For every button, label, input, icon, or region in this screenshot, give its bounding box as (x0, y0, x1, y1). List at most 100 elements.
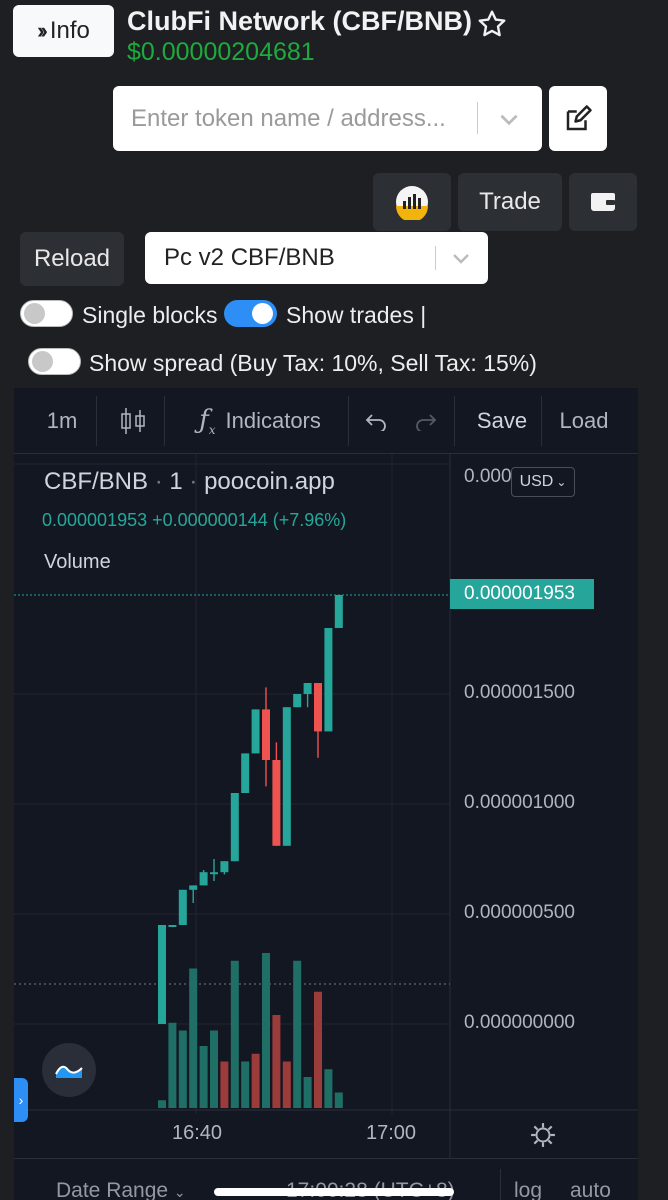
save-button[interactable]: Save (464, 388, 540, 454)
indicators-label: Indicators (225, 408, 321, 433)
show-trades-label: Show trades | (286, 302, 427, 328)
candle-body (251, 709, 260, 754)
pair-select-divider (435, 246, 436, 270)
edit-icon (566, 104, 592, 130)
pair-select[interactable]: Pc v2 CBF/BNB (145, 232, 488, 284)
candle-body (324, 628, 333, 732)
volume-bar (314, 991, 322, 1108)
date-range-label: Date Range (56, 1179, 169, 1200)
x-tick-label: 17:00 (366, 1122, 417, 1144)
tradingview-logo[interactable] (42, 1043, 96, 1097)
interval-button[interactable]: 1m (32, 388, 92, 454)
date-range-button[interactable]: Date Range ⌄ (56, 1179, 186, 1200)
tradingview-chart[interactable]: 1m ƒx Indicators Save Load CBF/BNB · 1 ·… (14, 388, 638, 1200)
chevron-down-icon[interactable] (449, 246, 473, 270)
info-button[interactable]: ›› Info (13, 5, 114, 57)
single-blocks-toggle[interactable] (20, 300, 73, 327)
candle-body (282, 707, 291, 846)
candle-body (189, 885, 198, 890)
info-label: Info (49, 17, 90, 44)
edit-button[interactable] (549, 86, 607, 151)
volume-bar (272, 1015, 281, 1108)
currency-selector[interactable]: USD ⌄ (511, 467, 575, 497)
candle-body (334, 595, 343, 628)
wallet-icon (591, 193, 615, 211)
load-button[interactable]: Load (551, 388, 617, 454)
redo-icon (416, 414, 437, 431)
legend-volume: Volume (44, 551, 111, 573)
search-input[interactable] (131, 104, 471, 133)
x-tick-label: 16:40 (172, 1122, 223, 1144)
y-axis-top-label: 0.000 (464, 466, 512, 487)
token-search[interactable] (113, 86, 542, 151)
currency-label: USD (519, 473, 554, 490)
candle-type-button[interactable] (106, 388, 160, 454)
volume-bar (334, 1092, 343, 1108)
token-price: $0.00000204681 (127, 38, 315, 66)
tradingview-icon (55, 1065, 83, 1078)
fx-icon: ƒx (199, 404, 216, 438)
volume-bar (189, 968, 198, 1108)
y-tick-label: 0.000001500 (464, 682, 575, 703)
undo-button[interactable] (358, 388, 394, 454)
legend-interval: 1 (169, 468, 183, 495)
volume-bar (241, 1061, 250, 1108)
volume-bar (282, 1061, 291, 1108)
legend-symbol: CBF/BNB (44, 468, 149, 495)
candle-body (314, 683, 322, 732)
home-indicator (214, 1188, 454, 1196)
double-chevron-right-icon: ›› (37, 18, 47, 43)
candle-body (158, 925, 166, 1024)
current-price-tag: 0.000001953 (450, 579, 594, 609)
volume-bar (262, 953, 270, 1108)
indicators-button[interactable]: ƒx Indicators (174, 388, 346, 454)
volume-bar (168, 1022, 177, 1108)
candle-body (178, 889, 187, 925)
single-blocks-label: Single blocks (82, 302, 218, 328)
volume-bar (324, 1069, 333, 1108)
legend-source: poocoin.app (204, 468, 335, 495)
candle-body (303, 683, 312, 694)
candle-body (220, 861, 229, 873)
chart-logo-icon (396, 186, 428, 220)
volume-bar (230, 960, 239, 1108)
token-title: ClubFi Network (CBF/BNB) (127, 6, 472, 36)
volume-bar (251, 1053, 260, 1108)
candle-body (210, 872, 218, 875)
search-divider (477, 102, 478, 134)
legend-ohlc: 0.000001953 +0.000000144 (+7.96%) (42, 510, 347, 530)
pair-select-value: Pc v2 CBF/BNB (164, 244, 335, 271)
auto-scale-button[interactable]: auto (570, 1179, 611, 1200)
candle-body (168, 925, 177, 927)
star-icon[interactable] (476, 8, 508, 40)
candle-body (262, 709, 270, 760)
candle-body (272, 760, 281, 846)
candle-body (241, 753, 250, 793)
show-spread-toggle[interactable] (28, 348, 81, 375)
log-scale-button[interactable]: log (514, 1179, 542, 1200)
chevron-down-icon: ⌄ (556, 475, 567, 489)
y-tick-label: 0.000000500 (464, 902, 575, 923)
chart-toolbar: 1m ƒx Indicators Save Load (14, 388, 638, 454)
volume-bar (158, 1100, 166, 1108)
volume-bar (178, 1030, 187, 1108)
chart-legend-title: CBF/BNB · 1 · poocoin.app (44, 468, 335, 495)
trade-button[interactable]: Trade (458, 173, 562, 231)
chart-app-button[interactable] (373, 173, 451, 231)
volume-bar (199, 1046, 208, 1108)
undo-icon (365, 414, 386, 431)
volume-bar (293, 960, 302, 1108)
candle-body (230, 793, 239, 862)
volume-bar (210, 1030, 218, 1108)
chevron-right-icon: › (18, 1092, 24, 1108)
candle-body (199, 872, 208, 886)
redo-button[interactable] (408, 388, 444, 454)
volume-bar (220, 1061, 229, 1108)
chevron-down-icon: ⌄ (173, 1184, 186, 1200)
reload-button[interactable]: Reload (20, 232, 124, 286)
settings-gear-icon[interactable] (530, 1122, 556, 1148)
show-trades-toggle[interactable] (224, 300, 277, 327)
chevron-down-icon[interactable] (496, 106, 522, 132)
side-panel-tab[interactable]: › (14, 1078, 28, 1122)
wallet-button[interactable] (569, 173, 637, 231)
